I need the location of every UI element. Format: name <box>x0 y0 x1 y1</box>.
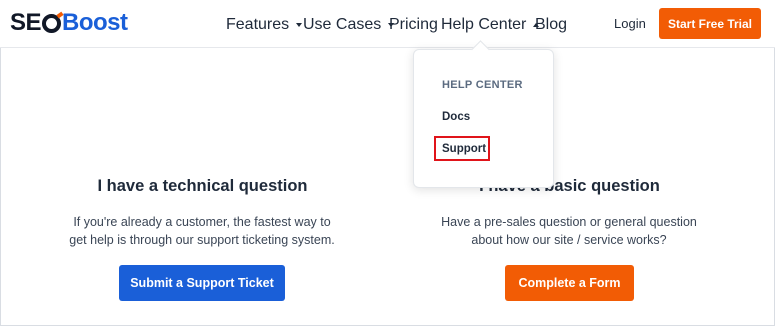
dropdown-heading: HELP CENTER <box>442 79 523 91</box>
basic-question-description: Have a pre-sales question or general que… <box>428 213 710 249</box>
nav-use-cases[interactable]: Use Cases <box>303 16 395 34</box>
logo[interactable]: SE Boost <box>10 9 128 37</box>
support-highlight-box <box>434 136 490 161</box>
basic-description-line: Have a pre-sales question or general que… <box>441 215 697 229</box>
nav-pricing-label: Pricing <box>389 16 438 33</box>
technical-question-title: I have a technical question <box>97 177 308 195</box>
technical-description-line: If you're already a customer, the fastes… <box>73 215 331 229</box>
help-center-dropdown: HELP CENTER Docs Support <box>413 49 554 188</box>
chevron-down-icon <box>296 23 303 27</box>
logo-text-boost: Boost <box>62 9 128 36</box>
nav-blog[interactable]: Blog <box>535 16 567 34</box>
submit-support-ticket-button[interactable]: Submit a Support Ticket <box>119 265 285 301</box>
nav-features[interactable]: Features <box>226 16 303 34</box>
technical-question-description: If you're already a customer, the fastes… <box>62 213 342 249</box>
nav-use-cases-label: Use Cases <box>303 16 382 33</box>
nav-blog-label: Blog <box>535 16 568 33</box>
site-header: SE Boost Features Use Cases Pricing Help … <box>0 0 775 48</box>
nav-features-label: Features <box>226 16 290 33</box>
technical-description-line: get help is through our support ticketin… <box>69 233 335 247</box>
logo-o-icon <box>42 13 62 33</box>
start-free-trial-button[interactable]: Start Free Trial <box>659 8 761 39</box>
complete-a-form-button[interactable]: Complete a Form <box>505 265 634 301</box>
page-frame <box>0 0 775 326</box>
dropdown-item-docs[interactable]: Docs <box>442 111 470 123</box>
basic-description-line: about how our site / service works? <box>471 233 667 247</box>
logo-text-seo: SE <box>10 9 42 36</box>
login-link[interactable]: Login <box>614 16 646 31</box>
nav-help-center[interactable]: Help Center <box>441 16 540 34</box>
nav-pricing[interactable]: Pricing <box>389 16 438 34</box>
nav-help-center-label: Help Center <box>441 16 527 33</box>
